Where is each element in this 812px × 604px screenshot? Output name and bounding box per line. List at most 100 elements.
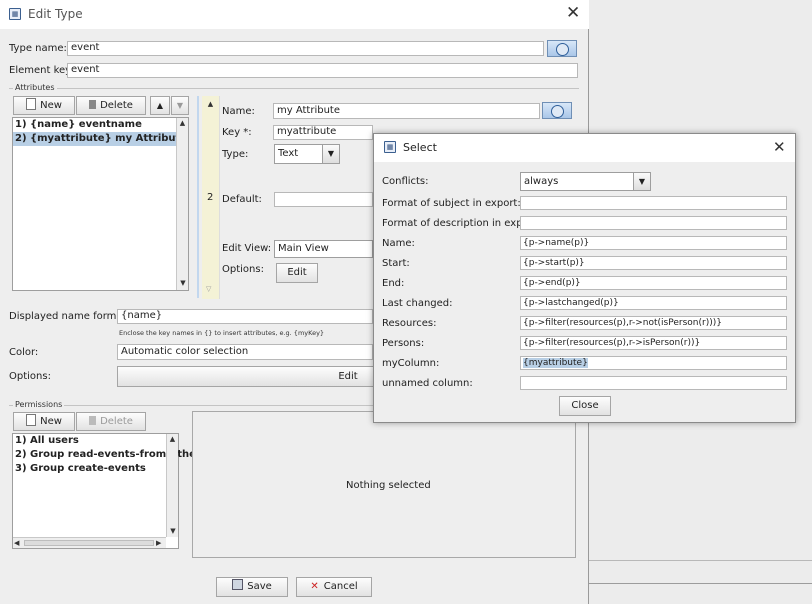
last-changed-field[interactable]: {p->lastchanged(p)} [520, 296, 787, 310]
scroll-up-icon[interactable]: ▲ [167, 434, 178, 444]
permissions-vscrollbar[interactable]: ▲ ▼ [166, 434, 178, 537]
new-label: New [40, 100, 62, 111]
mycolumn-field[interactable]: {myattribute} [520, 356, 787, 370]
resources-label: Resources: [382, 318, 437, 329]
persons-field[interactable]: {p->filter(resources(p),r->isPerson(r))} [520, 336, 787, 350]
edit-view-select[interactable]: Main View [274, 240, 373, 258]
displayed-name-hint: Enclose the key names in {} to insert at… [119, 329, 325, 337]
resources-field[interactable]: {p->filter(resources(p),r->not(isPerson(… [520, 316, 787, 330]
attr-name-label: Name: [222, 106, 255, 117]
attr-translate-button[interactable] [542, 102, 572, 119]
displayed-name-field[interactable]: {name} [117, 309, 373, 324]
end-column-field[interactable]: {p->end(p)} [520, 276, 787, 290]
globe-icon [550, 105, 564, 118]
conflicts-value: always [524, 176, 559, 187]
new-attribute-button[interactable]: New [13, 96, 75, 115]
last-changed-label: Last changed: [382, 298, 453, 309]
delete-label: Delete [100, 416, 133, 427]
move-down-button[interactable]: ▼ [171, 96, 189, 115]
scroll-down-icon[interactable]: ▼ [177, 278, 189, 288]
permissions-hscrollbar[interactable]: ◀ ▶ [13, 537, 166, 548]
persons-label: Persons: [382, 338, 425, 349]
attr-default-label: Default: [222, 194, 262, 205]
attributes-scrollbar[interactable]: ▲ ▼ [176, 118, 188, 290]
attr-type-select[interactable]: Text ▼ [274, 144, 340, 164]
save-button[interactable]: Save [216, 577, 288, 597]
scroll-left-icon[interactable]: ◀ [14, 538, 19, 548]
list-item[interactable]: 1) All users [13, 434, 165, 448]
type-name-field[interactable]: event [67, 41, 544, 56]
element-key-field[interactable]: event [67, 63, 578, 78]
attr-options-label: Options: [222, 264, 264, 275]
trash-icon [89, 100, 97, 109]
strip-up-icon[interactable]: ▲ [202, 99, 219, 109]
edit-view-value: Main View [278, 243, 329, 254]
attributes-group-line [9, 88, 579, 89]
close-icon[interactable]: ✕ [773, 139, 786, 156]
attr-default-field[interactable] [274, 192, 373, 207]
list-item[interactable]: 2) Group read-events-from-others [13, 448, 207, 462]
list-item[interactable]: 2) {myattribute} my Attribute [13, 132, 187, 146]
permission-detail-panel: Nothing selected [192, 411, 576, 558]
delete-attribute-button[interactable]: Delete [76, 96, 146, 115]
new-permission-button[interactable]: New [13, 412, 75, 431]
name-column-field[interactable]: {p->name(p)} [520, 236, 787, 250]
window-title: Edit Type [28, 7, 83, 21]
list-item[interactable]: 3) Group create-events [13, 462, 165, 476]
subject-format-field[interactable] [520, 196, 787, 210]
start-column-label: Start: [382, 258, 410, 269]
translate-globe-button[interactable] [547, 40, 577, 57]
conflicts-label: Conflicts: [382, 176, 429, 187]
delete-permission-button[interactable]: Delete [76, 412, 146, 431]
delete-label: Delete [100, 100, 133, 111]
save-label: Save [247, 581, 272, 592]
mycolumn-value: {myattribute} [523, 358, 588, 368]
cancel-button[interactable]: ✕ Cancel [296, 577, 372, 597]
permissions-list[interactable]: 1) All users 2) Group read-events-from-o… [12, 433, 207, 549]
unnamed-column-label: unnamed column: [382, 378, 473, 389]
type-name-label: Type name: [9, 43, 67, 54]
edit-view-label: Edit View: [222, 243, 272, 254]
start-column-field[interactable]: {p->start(p)} [520, 256, 787, 270]
displayed-name-label: Displayed name format: [9, 311, 130, 322]
scroll-up-icon[interactable]: ▲ [177, 118, 188, 128]
attr-options-edit-button[interactable]: Edit [276, 263, 318, 283]
app-icon: ▦ [384, 141, 396, 153]
chevron-down-icon[interactable]: ▼ [633, 173, 650, 190]
description-format-label: Format of description in export: [382, 218, 541, 229]
unnamed-column-field[interactable] [520, 376, 787, 390]
detail-index-strip: ▲ 2 ▽ [202, 96, 220, 299]
scroll-right-icon[interactable]: ▶ [156, 538, 161, 548]
scroll-down-icon[interactable]: ▼ [167, 526, 179, 536]
mycolumn-label: myColumn: [382, 358, 440, 369]
chevron-down-icon[interactable]: ▼ [322, 145, 339, 163]
title-bar: ▦ Edit Type ✕ [0, 0, 589, 29]
close-icon[interactable]: ✕ [566, 5, 580, 22]
new-file-icon [26, 98, 37, 110]
cancel-x-icon: ✕ [310, 581, 319, 592]
triangle-up-icon: ▲ [156, 101, 164, 110]
color-select[interactable]: Automatic color selection [117, 344, 373, 360]
select-dialog: ▦ Select ✕ Conflicts: always ▼ Format of… [373, 133, 796, 423]
options-label: Options: [9, 371, 51, 382]
element-key-label: Element key: [9, 65, 74, 76]
conflicts-select[interactable]: always ▼ [520, 172, 651, 191]
close-button[interactable]: Close [559, 396, 611, 416]
description-format-field[interactable] [520, 216, 787, 230]
move-up-button[interactable]: ▲ [150, 96, 170, 115]
floppy-icon [232, 579, 244, 590]
subject-format-label: Format of subject in export: [382, 198, 521, 209]
attributes-list[interactable]: 1) {name} eventname 2) {myattribute} my … [12, 117, 189, 291]
hscroll-thumb[interactable] [24, 540, 154, 546]
attr-key-field[interactable]: myattribute [273, 125, 373, 140]
strip-down-icon[interactable]: ▽ [206, 284, 211, 294]
triangle-down-icon: ▼ [176, 101, 184, 110]
options-edit-label: Edit [338, 371, 358, 382]
color-label: Color: [9, 347, 39, 358]
list-item[interactable]: 1) {name} eventname [13, 118, 177, 132]
attr-type-label: Type: [222, 149, 249, 160]
permissions-group-label: Permissions [13, 400, 65, 409]
attr-name-field[interactable]: my Attribute [273, 103, 540, 119]
attr-type-value: Text [278, 148, 299, 159]
nothing-selected-text: Nothing selected [346, 480, 431, 491]
